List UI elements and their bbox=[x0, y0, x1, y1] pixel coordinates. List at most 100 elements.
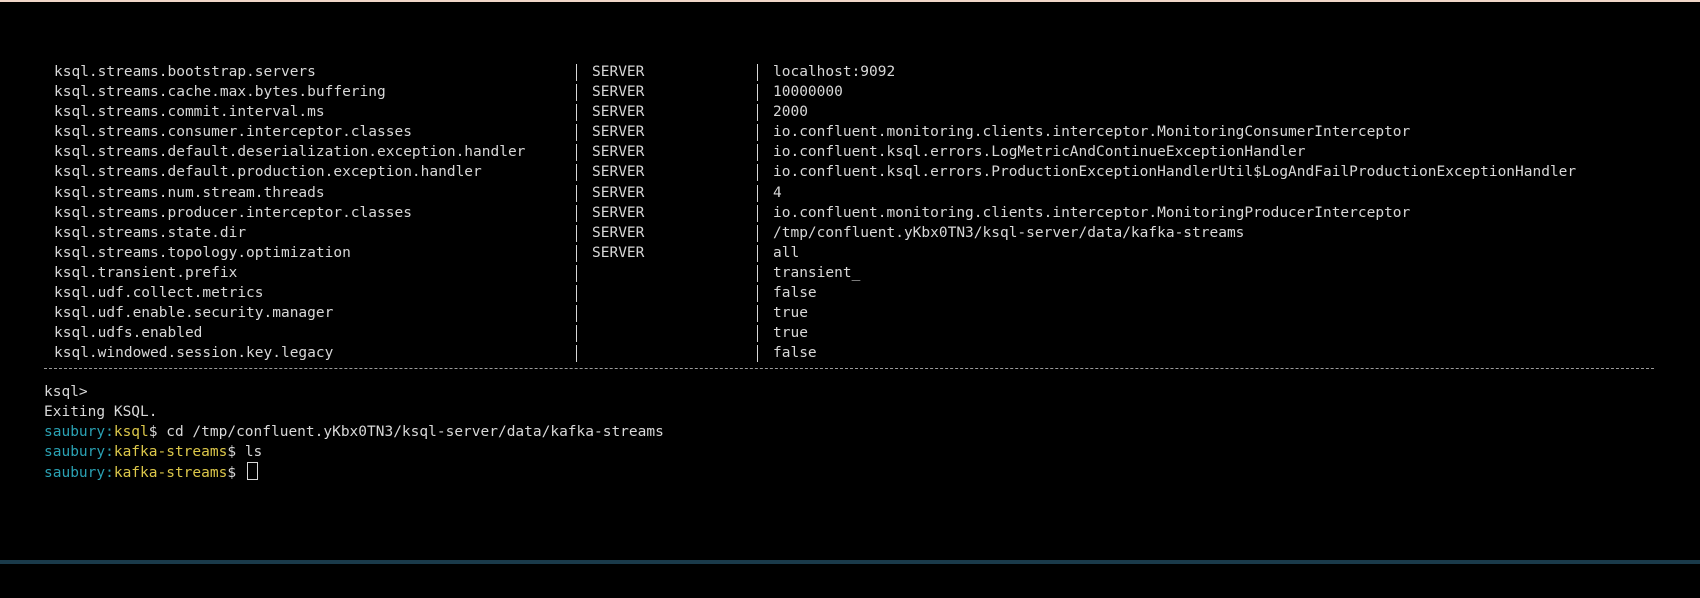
property-name: ksql.streams.topology.optimization bbox=[54, 244, 351, 261]
column-separator bbox=[757, 264, 758, 282]
property-value: false bbox=[773, 285, 817, 302]
prompt-dir: kafka-streams bbox=[113, 465, 228, 482]
prompt-suffix: $ bbox=[148, 424, 167, 441]
column-separator bbox=[576, 285, 577, 303]
property-name: ksql.transient.prefix bbox=[54, 264, 238, 281]
shell-line-current[interactable]: saubury:kafka-streams$ bbox=[44, 462, 664, 482]
property-name: ksql.streams.num.stream.threads bbox=[54, 184, 325, 201]
property-value: true bbox=[773, 305, 808, 322]
property-row: ksql.streams.topology.optimization SERVER… bbox=[0, 243, 1700, 263]
property-value: io.confluent.monitoring.clients.intercep… bbox=[773, 124, 1411, 141]
column-separator bbox=[757, 84, 758, 102]
column-separator bbox=[757, 285, 758, 303]
property-name: ksql.streams.state.dir bbox=[54, 224, 247, 241]
property-row: ksql.streams.state.dir SERVER/tmp/conflue… bbox=[0, 223, 1700, 243]
property-value: false bbox=[773, 345, 817, 362]
ksql-prompt-line: ksql> bbox=[44, 384, 88, 400]
prompt-user: saubury: bbox=[44, 444, 114, 461]
property-name: ksql.streams.producer.interceptor.classe… bbox=[54, 204, 412, 221]
column-separator bbox=[757, 144, 758, 162]
property-value: localhost:9092 bbox=[773, 64, 896, 80]
text-cursor bbox=[246, 462, 258, 481]
column-separator bbox=[757, 64, 758, 81]
property-row: ksql.windowed.session.key.legacy false bbox=[0, 343, 1700, 363]
column-separator bbox=[757, 184, 758, 202]
column-separator bbox=[576, 345, 577, 363]
prompt-dir: ksql bbox=[113, 424, 149, 441]
property-row: ksql.streams.producer.interceptor.classe… bbox=[0, 203, 1700, 223]
property-value: all bbox=[773, 244, 800, 261]
property-name: ksql.udfs.enabled bbox=[54, 325, 203, 342]
column-separator bbox=[757, 204, 758, 222]
window-bottom-border bbox=[0, 560, 1700, 564]
terminal-window: ksql.streams.bootstrap.servers SERVER loca… bbox=[0, 0, 1700, 598]
column-separator bbox=[576, 84, 577, 102]
column-separator bbox=[576, 164, 577, 182]
table-divider bbox=[44, 368, 1654, 369]
property-name: ksql.streams.consumer.interceptor.classe… bbox=[54, 124, 412, 141]
prompt-suffix: $ bbox=[227, 465, 245, 482]
property-value: io.confluent.ksql.errors.ProductionExcep… bbox=[773, 164, 1577, 181]
property-row: ksql.udf.enable.security.manager true bbox=[0, 303, 1700, 323]
prompt-dir: kafka-streams bbox=[113, 444, 228, 461]
column-separator bbox=[576, 124, 577, 142]
shell-command: cd /tmp/confluent.yKbx0TN3/ksql-server/d… bbox=[166, 424, 664, 441]
column-separator bbox=[576, 244, 577, 262]
property-row: ksql.streams.consumer.interceptor.classe… bbox=[0, 122, 1700, 142]
property-value: io.confluent.ksql.errors.LogMetricAndCon… bbox=[773, 144, 1306, 161]
column-separator bbox=[576, 204, 577, 222]
property-name: ksql.streams.default.production.exceptio… bbox=[54, 164, 482, 181]
property-source: SERVER bbox=[592, 84, 645, 101]
property-source: SERVER bbox=[592, 184, 645, 201]
property-row: ksql.streams.bootstrap.servers SERVER loca… bbox=[0, 62, 1700, 82]
column-separator bbox=[757, 124, 758, 142]
column-separator bbox=[576, 224, 577, 242]
exit-message: Exiting KSQL. bbox=[44, 404, 158, 421]
property-row: ksql.transient.prefix transient_ bbox=[0, 263, 1700, 283]
property-source: SERVER bbox=[592, 124, 645, 141]
property-name: ksql.streams.commit.interval.ms bbox=[54, 104, 325, 121]
property-row: ksql.streams.default.production.exceptio… bbox=[0, 162, 1700, 182]
column-separator bbox=[576, 104, 577, 122]
shell-line-ls: saubury:kafka-streams$ ls bbox=[44, 442, 664, 462]
property-name: ksql.windowed.session.key.legacy bbox=[54, 345, 334, 362]
property-value: /tmp/confluent.yKbx0TN3/ksql-server/data… bbox=[773, 224, 1245, 241]
shell-line-cd: saubury:ksql$ cd /tmp/confluent.yKbx0TN3… bbox=[44, 422, 664, 442]
column-separator bbox=[757, 164, 758, 182]
prompt-user: saubury: bbox=[44, 465, 114, 482]
properties-table: ksql.streams.bootstrap.servers SERVER loca… bbox=[0, 62, 1700, 363]
prompt-user: saubury: bbox=[44, 424, 114, 441]
prompt-suffix: $ bbox=[227, 444, 245, 461]
property-name: ksql.streams.bootstrap.servers bbox=[54, 64, 316, 80]
column-separator bbox=[576, 325, 577, 343]
property-value: transient_ bbox=[773, 264, 861, 281]
column-separator bbox=[576, 64, 577, 81]
property-value: 4 bbox=[773, 184, 782, 201]
property-value: io.confluent.monitoring.clients.intercep… bbox=[773, 204, 1411, 221]
column-separator bbox=[757, 244, 758, 262]
property-row: ksql.udf.collect.metrics false bbox=[0, 283, 1700, 303]
shell-session: ksql> Exiting KSQL. saubury:ksql$ cd /tm… bbox=[44, 382, 664, 482]
column-separator bbox=[576, 264, 577, 282]
property-source: SERVER bbox=[592, 224, 645, 241]
column-separator bbox=[757, 305, 758, 323]
property-row: ksql.streams.num.stream.threads SERVER 4 bbox=[0, 183, 1700, 203]
column-separator bbox=[576, 305, 577, 323]
property-source: SERVER bbox=[592, 164, 645, 181]
column-separator bbox=[757, 325, 758, 343]
property-source: SERVER bbox=[592, 244, 645, 261]
terminal-output[interactable]: ksql.streams.bootstrap.servers SERVER loca… bbox=[0, 2, 1700, 560]
property-row: ksql.streams.default.deserialization.exc… bbox=[0, 142, 1700, 162]
column-separator bbox=[757, 345, 758, 363]
property-source: SERVER bbox=[592, 104, 645, 121]
property-name: ksql.streams.cache.max.bytes.buffering bbox=[54, 84, 386, 101]
property-source: SERVER bbox=[592, 204, 645, 221]
column-separator bbox=[757, 224, 758, 242]
property-source: SERVER bbox=[592, 144, 645, 161]
property-row: ksql.streams.commit.interval.ms SERVER 200… bbox=[0, 102, 1700, 122]
property-name: ksql.streams.default.deserialization.exc… bbox=[54, 144, 526, 161]
property-source: SERVER bbox=[592, 64, 645, 80]
column-separator bbox=[757, 104, 758, 122]
property-value: 2000 bbox=[773, 104, 808, 121]
property-name: ksql.udf.enable.security.manager bbox=[54, 305, 334, 322]
